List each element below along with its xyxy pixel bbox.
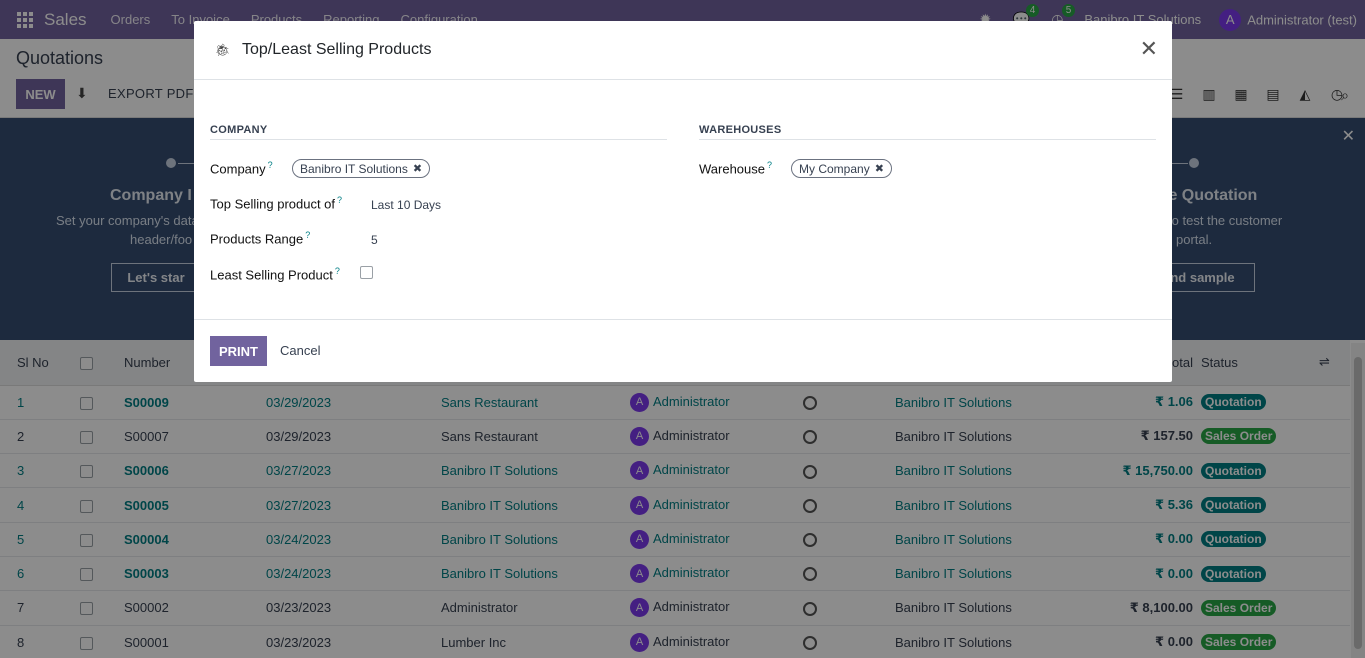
company-label-text: Company [210, 161, 266, 177]
least-selling-label-text: Least Selling Product [210, 267, 333, 283]
remove-warehouse-tag-icon[interactable]: ✖ [875, 162, 884, 175]
warehouses-section-title: WAREHOUSES [699, 124, 782, 136]
remove-company-tag-icon[interactable]: ✖ [413, 162, 422, 175]
dialog-title: Top/Least Selling Products [242, 41, 432, 58]
least-selling-checkbox[interactable] [360, 266, 373, 279]
cancel-button[interactable]: Cancel [280, 343, 320, 358]
top-selling-label: Top Selling product of? [210, 195, 342, 211]
products-range-label-text: Products Range [210, 231, 304, 247]
company-help-icon[interactable]: ? [268, 160, 273, 170]
top-selling-label-text: Top Selling product of [210, 196, 336, 212]
close-icon[interactable]: ✕ [1140, 37, 1158, 61]
company-tag-label: Banibro IT Solutions [300, 161, 408, 176]
top-least-selling-dialog: 🐞︎ Top/Least Selling Products ✕ COMPANY … [194, 21, 1172, 382]
warehouse-label-text: Warehouse [699, 161, 765, 177]
dialog-footer-divider [194, 319, 1172, 320]
products-range-input[interactable]: 5 [371, 233, 378, 247]
top-selling-period-select[interactable]: Last 10 Days [371, 198, 441, 212]
warehouse-help-icon[interactable]: ? [767, 160, 772, 170]
warehouse-tag: My Company ✖ [791, 159, 892, 178]
least-selling-help-icon[interactable]: ? [335, 266, 340, 276]
least-selling-label: Least Selling Product? [210, 266, 340, 282]
company-section-divider [210, 139, 667, 140]
company-label: Company? [210, 160, 273, 176]
products-range-label: Products Range? [210, 230, 310, 246]
warehouse-tag-label: My Company [799, 161, 870, 176]
products-range-help-icon[interactable]: ? [305, 230, 310, 240]
dialog-header: 🐞︎ Top/Least Selling Products ✕ [194, 21, 1172, 80]
print-button[interactable]: PRINT [210, 336, 267, 366]
warehouses-section-divider [699, 139, 1156, 140]
company-section-title: COMPANY [210, 124, 268, 136]
top-selling-help-icon[interactable]: ? [337, 195, 342, 205]
debug-bug-icon[interactable]: 🐞︎ [215, 43, 230, 57]
warehouse-label: Warehouse? [699, 160, 772, 176]
company-tag: Banibro IT Solutions ✖ [292, 159, 431, 178]
